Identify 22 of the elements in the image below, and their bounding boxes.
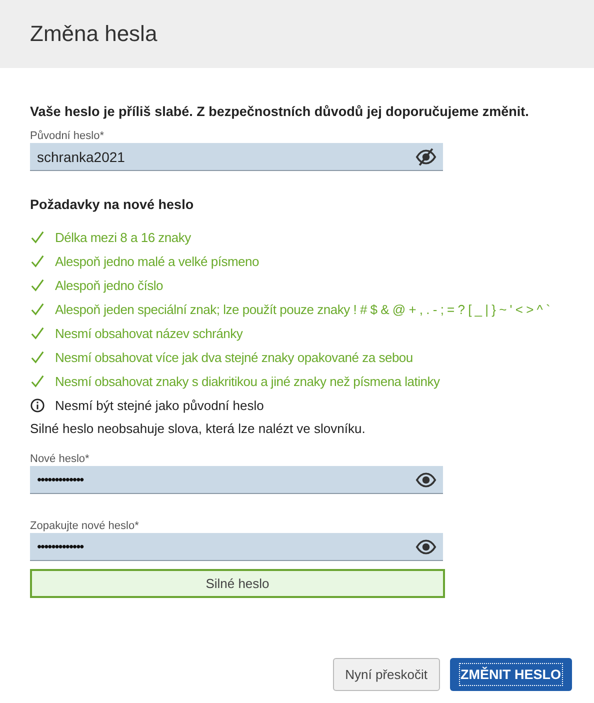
requirement-text: Délka mezi 8 a 16 znaky	[55, 230, 191, 245]
dialog-title: Změna hesla	[30, 21, 158, 47]
skip-button[interactable]: Nyní přeskočit	[333, 658, 440, 691]
eye-slash-icon[interactable]	[415, 146, 437, 166]
requirement-text: Alespoň jeden speciální znak; lze použít pouze znaky ! # $ & @ + , . - ; = ? [ _ | } ~ ' < > ^ `	[55, 302, 550, 317]
requirement-text: Nesmí obsahovat název schránky	[55, 326, 243, 341]
requirement-text: Nesmí obsahovat více jak dva stejné znaky opakované za sebou	[55, 350, 413, 365]
change-password-button[interactable]: ZMĚNIT HESLO	[450, 658, 572, 691]
warning-text: Vaše heslo je příliš slabé. Z bezpečnostních důvodů jej doporučujeme změnit.	[30, 104, 530, 119]
requirement-text: Nesmí obsahovat znaky s diakritikou a jiné znaky než písmena latinky	[55, 374, 440, 389]
field-label: Původní heslo*	[30, 130, 105, 142]
password-field[interactable]: •••••••••••••	[30, 466, 443, 494]
password-field[interactable]: •••••••••••••	[30, 533, 443, 561]
field-label: Zopakujte nové heslo*	[30, 520, 140, 532]
hint-text: Silné heslo neobsahuje slova, která lze nalézt ve slovníku.	[30, 421, 366, 436]
requirement-text: Alespoň jedno číslo	[55, 278, 163, 293]
password-field[interactable]: schranka2021	[30, 143, 443, 171]
section-heading: Požadavky na nové heslo	[30, 197, 195, 212]
strength-indicator: Silné heslo	[30, 569, 445, 598]
field-label: Nové heslo*	[30, 453, 90, 465]
requirement-text: Nesmí být stejné jako původní heslo	[55, 398, 264, 413]
requirement-text: Alespoň jedno malé a velké písmeno	[55, 254, 259, 269]
